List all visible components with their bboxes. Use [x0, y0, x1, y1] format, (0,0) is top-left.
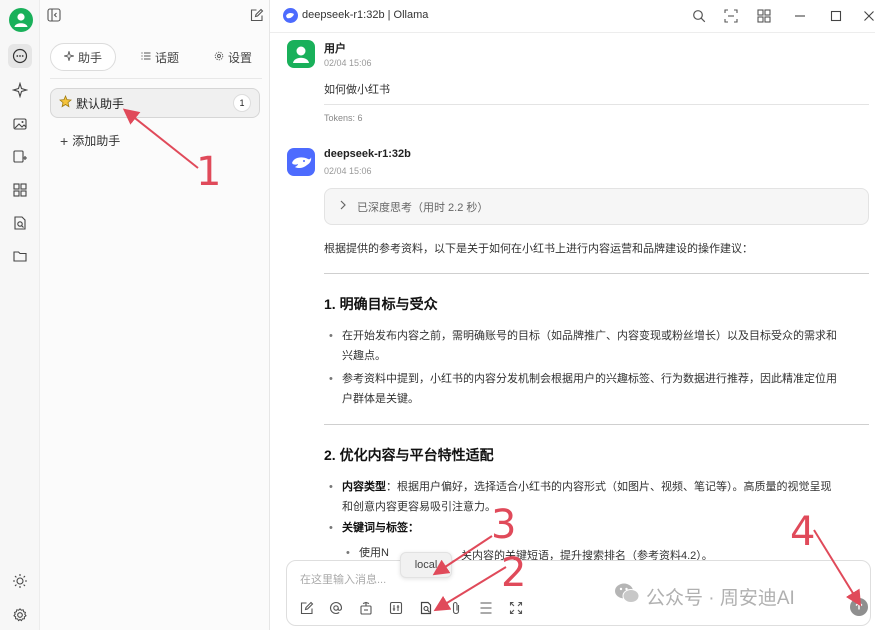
- sun-icon[interactable]: [8, 569, 32, 593]
- new-topic-icon[interactable]: [299, 600, 315, 616]
- star-icon: [59, 94, 72, 111]
- sliders-icon[interactable]: [388, 600, 404, 616]
- fullscreen-icon[interactable]: [722, 7, 740, 25]
- arrow-up-icon: [854, 600, 864, 614]
- deepseek-avatar-icon: [287, 148, 315, 176]
- apps-icon[interactable]: [8, 178, 32, 202]
- section-heading: 1. 明确目标与受众: [324, 296, 438, 312]
- divider-icon[interactable]: [478, 600, 494, 616]
- model-logo-icon: [283, 8, 298, 23]
- list-item-bold: 关键词与标签: [342, 522, 408, 534]
- divider: [324, 424, 869, 425]
- chevron-right-icon: [339, 200, 347, 213]
- mention-icon[interactable]: [328, 600, 344, 616]
- list-item-text: 参考资料中提到，小红书的内容分发机制会根据用户的兴趣标签、行为数据进行推荐，因此…: [342, 373, 837, 385]
- assistant-label: 默认助手: [76, 96, 125, 111]
- list-item-bold: 内容类型: [342, 481, 386, 493]
- assistant-message-time: 02/04 15:06: [324, 166, 372, 176]
- list-item-text: 户群体是关键。: [342, 393, 419, 405]
- thinking-collapsible[interactable]: 已深度思考（用时 2.2 秒）: [324, 188, 869, 225]
- assistant-switch-icon[interactable]: [358, 600, 374, 616]
- list-item: 参考资料中提到，小红书的内容分发机制会根据用户的兴趣标签、行为数据进行推荐，因此…: [326, 369, 871, 409]
- list-item-text: 在开始发布内容之前，需明确账号的目标（如品牌推广、内容变现或粉丝增长）以及目标受…: [342, 330, 837, 342]
- knowledge-base-tooltip[interactable]: local: [400, 552, 452, 578]
- close-icon[interactable]: [860, 7, 875, 25]
- divider: [324, 104, 869, 105]
- gear-icon: [214, 50, 224, 64]
- send-button[interactable]: [850, 598, 868, 616]
- divider: [50, 78, 262, 79]
- grid-icon[interactable]: [755, 7, 773, 25]
- new-chat-icon[interactable]: [250, 8, 264, 25]
- tab-topics[interactable]: 话题: [131, 43, 189, 71]
- list-item: 在开始发布内容之前，需明确账号的目标（如品牌推广、内容变现或粉丝增长）以及目标受…: [326, 326, 871, 366]
- settings-icon[interactable]: [8, 603, 32, 627]
- tooltip-label: local: [414, 559, 438, 571]
- list-item-text: 和创意内容更容易吸引注意力。: [342, 501, 496, 513]
- assistant-intro: 根据提供的参考资料，以下是关于如何在小红书上进行内容运营和品牌建设的操作建议：: [324, 243, 753, 255]
- window-title: deepseek-r1:32b | Ollama: [302, 9, 429, 21]
- thinking-label: 已深度思考（用时 2.2 秒）: [357, 201, 489, 214]
- add-assistant-button[interactable]: + 添加助手: [60, 132, 120, 149]
- knowledge-base-icon[interactable]: [418, 600, 434, 616]
- watermark: 公众号 · 周安迪AI: [614, 582, 795, 610]
- sidebar-toggle-icon[interactable]: [47, 8, 61, 25]
- watermark-text: 公众号 · 周安迪AI: [646, 587, 795, 609]
- sparkle-icon[interactable]: [8, 78, 32, 102]
- list-item-text: ：根据用户偏好，选择适合小红书的内容形式（如图片、视频、笔记等）。高质量的视觉呈…: [386, 481, 832, 493]
- user-avatar[interactable]: [9, 8, 33, 32]
- tab-assistants[interactable]: 助手: [50, 43, 116, 71]
- list-item: 关键词与标签：: [326, 518, 626, 538]
- topic-count-badge: 1: [233, 94, 251, 112]
- panel-header: [40, 0, 270, 32]
- tab-label: 话题: [154, 50, 179, 65]
- maximize-icon[interactable]: [827, 7, 845, 25]
- panel-tabs: 助手 话题 设置: [50, 42, 262, 72]
- assistant-item-default[interactable]: 默认助手 1: [50, 88, 260, 118]
- tab-label: 助手: [77, 50, 102, 65]
- user-name: 用户: [324, 43, 346, 55]
- list-item-text: 兴趣点。: [342, 350, 386, 362]
- annotation-number-3: 3: [491, 502, 517, 548]
- user-message-text: 如何做小红书: [324, 84, 390, 96]
- tab-settings[interactable]: 设置: [204, 43, 262, 71]
- divider: [270, 32, 875, 33]
- sparkle-icon: [62, 49, 76, 64]
- add-assistant-label: 添加助手: [72, 134, 121, 148]
- annotation-number-4: 4: [790, 509, 816, 555]
- assistant-panel: 助手 话题 设置 默认助手 1 + 添加助手: [40, 0, 270, 630]
- list-icon: [141, 50, 151, 64]
- user-message-time: 02/04 15:06: [324, 58, 372, 68]
- icon-rail: [0, 0, 40, 630]
- attachment-icon[interactable]: [448, 600, 464, 616]
- assistant-name: deepseek-r1:32b: [324, 148, 411, 160]
- title-bar: deepseek-r1:32b | Ollama: [270, 0, 875, 32]
- divider: [324, 273, 869, 274]
- annotation-number-1: 1: [196, 149, 222, 195]
- wechat-icon: [614, 582, 640, 610]
- image-icon[interactable]: [8, 112, 32, 136]
- user-message-avatar: [287, 40, 315, 68]
- folder-icon[interactable]: [8, 244, 32, 268]
- expand-icon[interactable]: [508, 600, 524, 616]
- minimize-icon[interactable]: [791, 7, 809, 25]
- list-item-text: 使用N: [359, 547, 389, 559]
- section-heading: 2. 优化内容与平台特性适配: [324, 447, 494, 463]
- plus-icon: +: [60, 132, 69, 149]
- message-input-placeholder[interactable]: 在这里输入消息...: [300, 571, 386, 587]
- chat-icon[interactable]: [8, 44, 32, 68]
- list-item-bold: ：: [408, 522, 419, 534]
- search-icon[interactable]: [690, 7, 708, 25]
- translate-icon[interactable]: [8, 145, 32, 169]
- annotation-number-2: 2: [501, 550, 527, 596]
- tab-label: 设置: [227, 50, 252, 65]
- document-search-icon[interactable]: [8, 211, 32, 235]
- token-count: Tokens: 6: [324, 113, 363, 123]
